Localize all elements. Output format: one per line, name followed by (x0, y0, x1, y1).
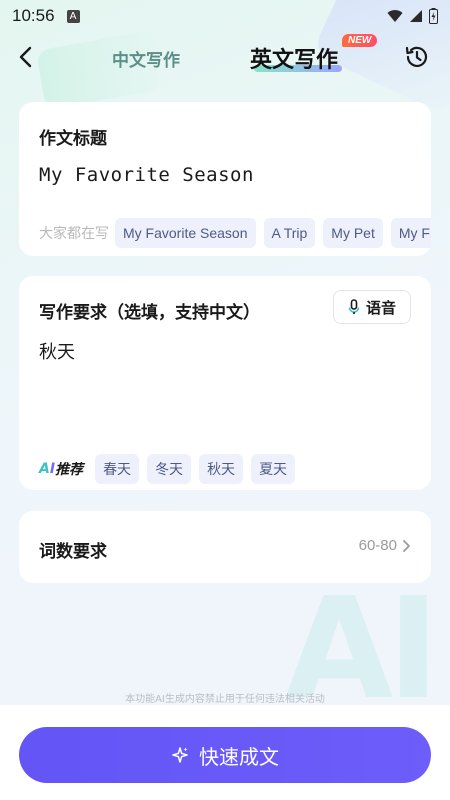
chevron-right-icon (403, 539, 410, 552)
suggestion-chip[interactable]: My F (390, 218, 431, 248)
microphone-icon (348, 299, 360, 314)
requirement-input[interactable]: 秋天 (39, 338, 75, 364)
quick-write-label: 快速成文 (199, 744, 279, 769)
tab-english-label: 英文写作 (250, 48, 339, 73)
suggest-label: 大家都在写 (39, 226, 109, 242)
new-badge: NEW (342, 34, 378, 47)
ai-recommend-label: A I 推荐 (39, 459, 83, 479)
quick-write-button[interactable]: 快速成文 (19, 727, 431, 783)
history-icon[interactable] (402, 42, 432, 72)
tab-chinese-writing[interactable]: 中文写作 (112, 46, 180, 71)
tab-english-writing[interactable]: 英文写作 (250, 42, 350, 76)
notification-icon: A (66, 9, 80, 23)
suggestion-chip[interactable]: My Pet (323, 218, 383, 248)
ai-tag-chip[interactable]: 冬天 (147, 454, 192, 484)
ai-label-text: 推荐 (55, 462, 84, 478)
back-arrow-icon[interactable] (14, 42, 38, 72)
voice-label: 语音 (365, 298, 396, 317)
topic-suggestions: 大家都在写 My Favorite Season A Trip My Pet M… (39, 218, 431, 248)
suggestion-chip[interactable]: My Favorite Season (115, 218, 256, 248)
word-count-title: 词数要求 (39, 542, 107, 562)
ai-tag-chip[interactable]: 春天 (95, 454, 140, 484)
ai-tag-chip[interactable]: 秋天 (199, 454, 244, 484)
signal-icon (410, 10, 422, 22)
status-bar: 10:56 A (0, 0, 450, 32)
battery-icon (429, 8, 438, 24)
sparkle-icon (172, 747, 188, 763)
wifi-icon (387, 10, 403, 22)
topic-card: 作文标题 My Favorite Season 大家都在写 My Favorit… (19, 102, 431, 256)
header: 中文写作 英文写作 NEW (0, 34, 450, 82)
requirement-card: 写作要求（选填，支持中文） 语音 秋天 A I 推荐 春天 冬天 秋天 夏天 (19, 276, 431, 490)
status-time: 10:56 (12, 6, 55, 25)
word-count-range: 60-80 (358, 537, 397, 554)
ai-recommend-row: A I 推荐 春天 冬天 秋天 夏天 (39, 454, 303, 484)
requirement-card-title: 写作要求（选填，支持中文） (39, 303, 260, 323)
bottom-bar: 快速成文 (0, 705, 450, 800)
voice-input-button[interactable]: 语音 (333, 290, 411, 324)
status-icons (387, 8, 438, 24)
word-count-value: 60-80 (359, 537, 411, 554)
topic-card-title: 作文标题 (39, 129, 107, 149)
ai-tag-chip[interactable]: 夏天 (251, 454, 296, 484)
word-count-card[interactable]: 词数要求 60-80 (19, 511, 431, 583)
suggestion-chip[interactable]: A Trip (263, 218, 316, 248)
disclaimer-text: 本功能AI生成内容禁止用于任何违法相关活动 (125, 694, 325, 705)
topic-input[interactable]: My Favorite Season (39, 164, 254, 186)
ai-label-a: A (39, 461, 50, 477)
